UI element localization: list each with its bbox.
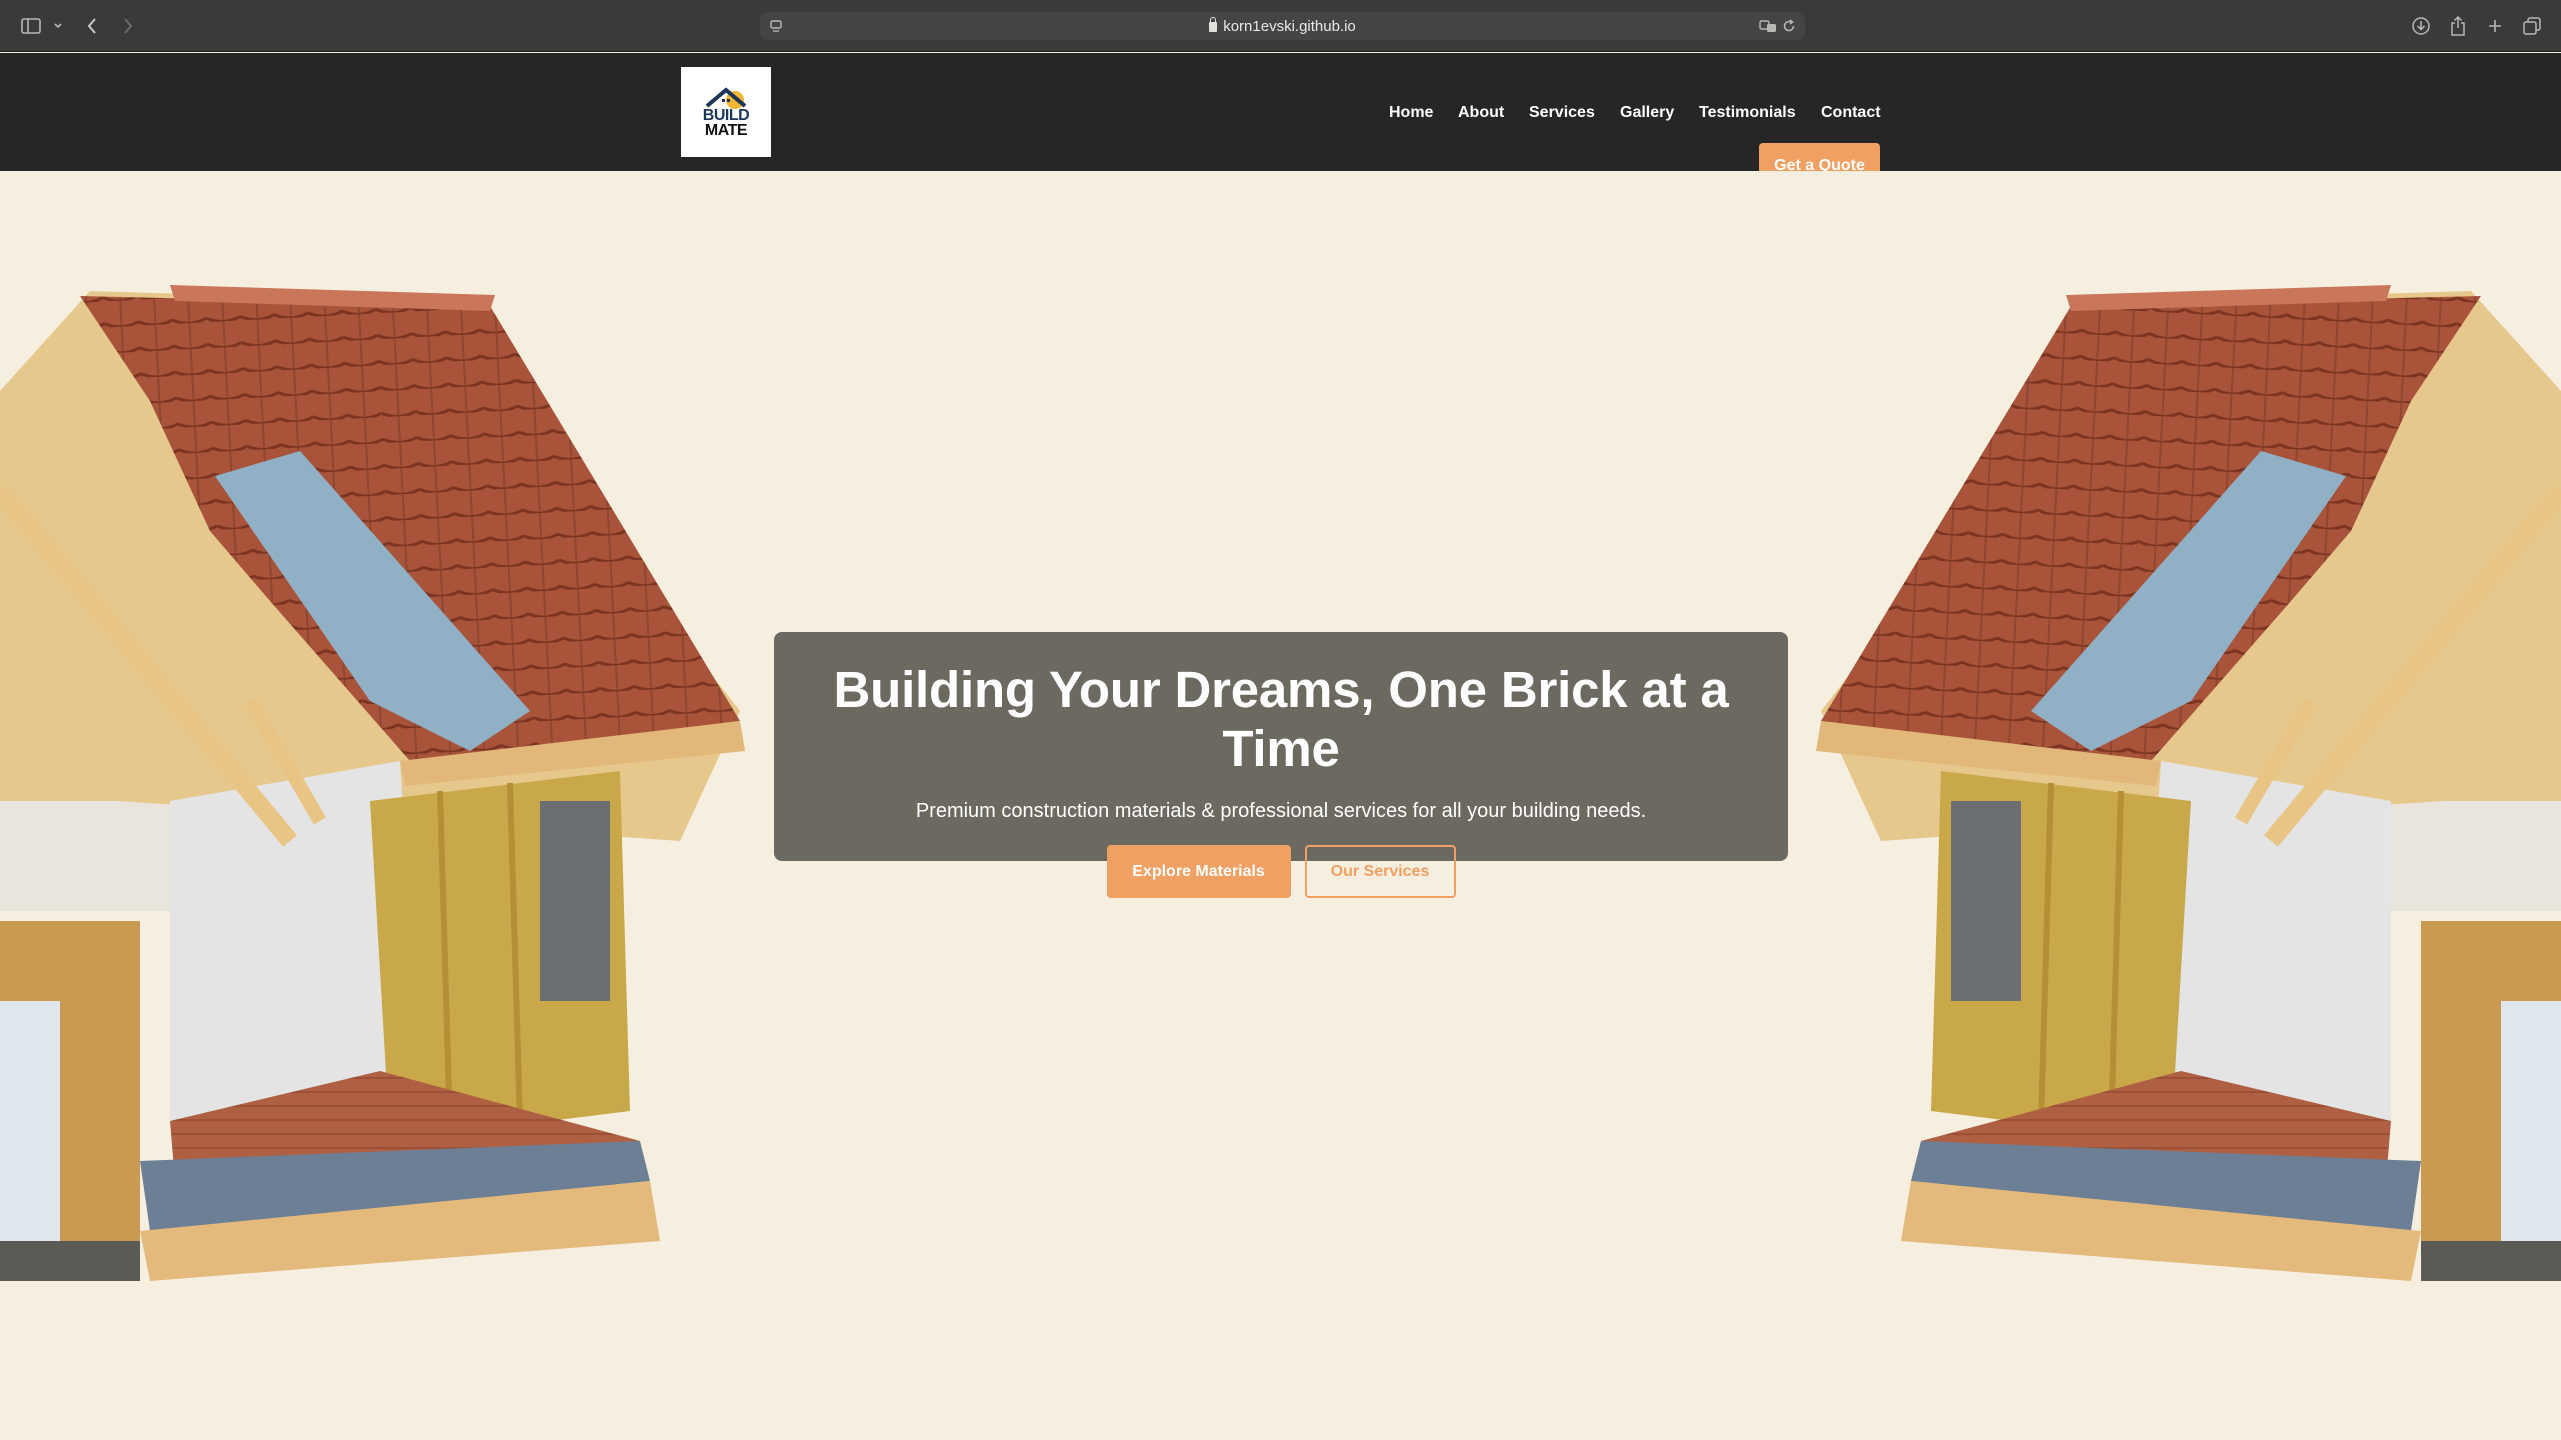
hero-content-box: Building Your Dreams, One Brick at a Tim… <box>774 632 1788 898</box>
browser-toolbar: korn1evski.github.io <box>0 0 2561 52</box>
hero-section: Building Your Dreams, One Brick at a Tim… <box>0 171 2561 1440</box>
nav-about[interactable]: About <box>1458 104 1504 122</box>
hero-buttons: Explore Materials Our Services <box>774 845 1788 898</box>
nav-services[interactable]: Services <box>1529 104 1595 122</box>
hero-title: Building Your Dreams, One Brick at a Tim… <box>833 661 1729 777</box>
share-icon[interactable] <box>2447 14 2469 38</box>
chevron-down-icon[interactable] <box>52 14 64 38</box>
translate-icon[interactable] <box>1758 16 1778 36</box>
forward-icon[interactable] <box>120 14 136 38</box>
nav-home[interactable]: Home <box>1389 104 1433 122</box>
hero-subtitle: Premium construction materials & profess… <box>915 800 1647 822</box>
house-logo-icon <box>705 87 747 109</box>
tab-overview-icon[interactable] <box>2521 14 2543 38</box>
nav-gallery[interactable]: Gallery <box>1620 104 1674 122</box>
site-header: BUILD MATE Home About Services Gallery T… <box>0 53 2561 189</box>
logo-text-build: BUILD <box>702 107 750 124</box>
logo-text-mate: MATE <box>704 122 748 139</box>
nav-testimonials[interactable]: Testimonials <box>1699 104 1796 122</box>
new-tab-icon[interactable] <box>2484 14 2506 38</box>
url-text: korn1evski.github.io <box>760 17 1805 35</box>
explore-materials-button[interactable]: Explore Materials <box>1106 845 1291 898</box>
reload-icon[interactable] <box>1780 16 1798 36</box>
back-icon[interactable] <box>84 14 100 38</box>
nav-contact[interactable]: Contact <box>1821 104 1881 122</box>
our-services-button[interactable]: Our Services <box>1304 845 1456 898</box>
logo[interactable]: BUILD MATE <box>681 67 771 157</box>
url-label: korn1evski.github.io <box>1223 18 1356 35</box>
sidebar-toggle-icon[interactable] <box>20 14 42 38</box>
house-cutaway-image-left <box>0 285 745 1281</box>
downloads-icon[interactable] <box>2410 14 2432 38</box>
address-bar[interactable]: korn1evski.github.io <box>760 12 1805 40</box>
house-cutaway-image-right <box>1816 285 2561 1281</box>
lock-icon <box>1209 17 1218 32</box>
